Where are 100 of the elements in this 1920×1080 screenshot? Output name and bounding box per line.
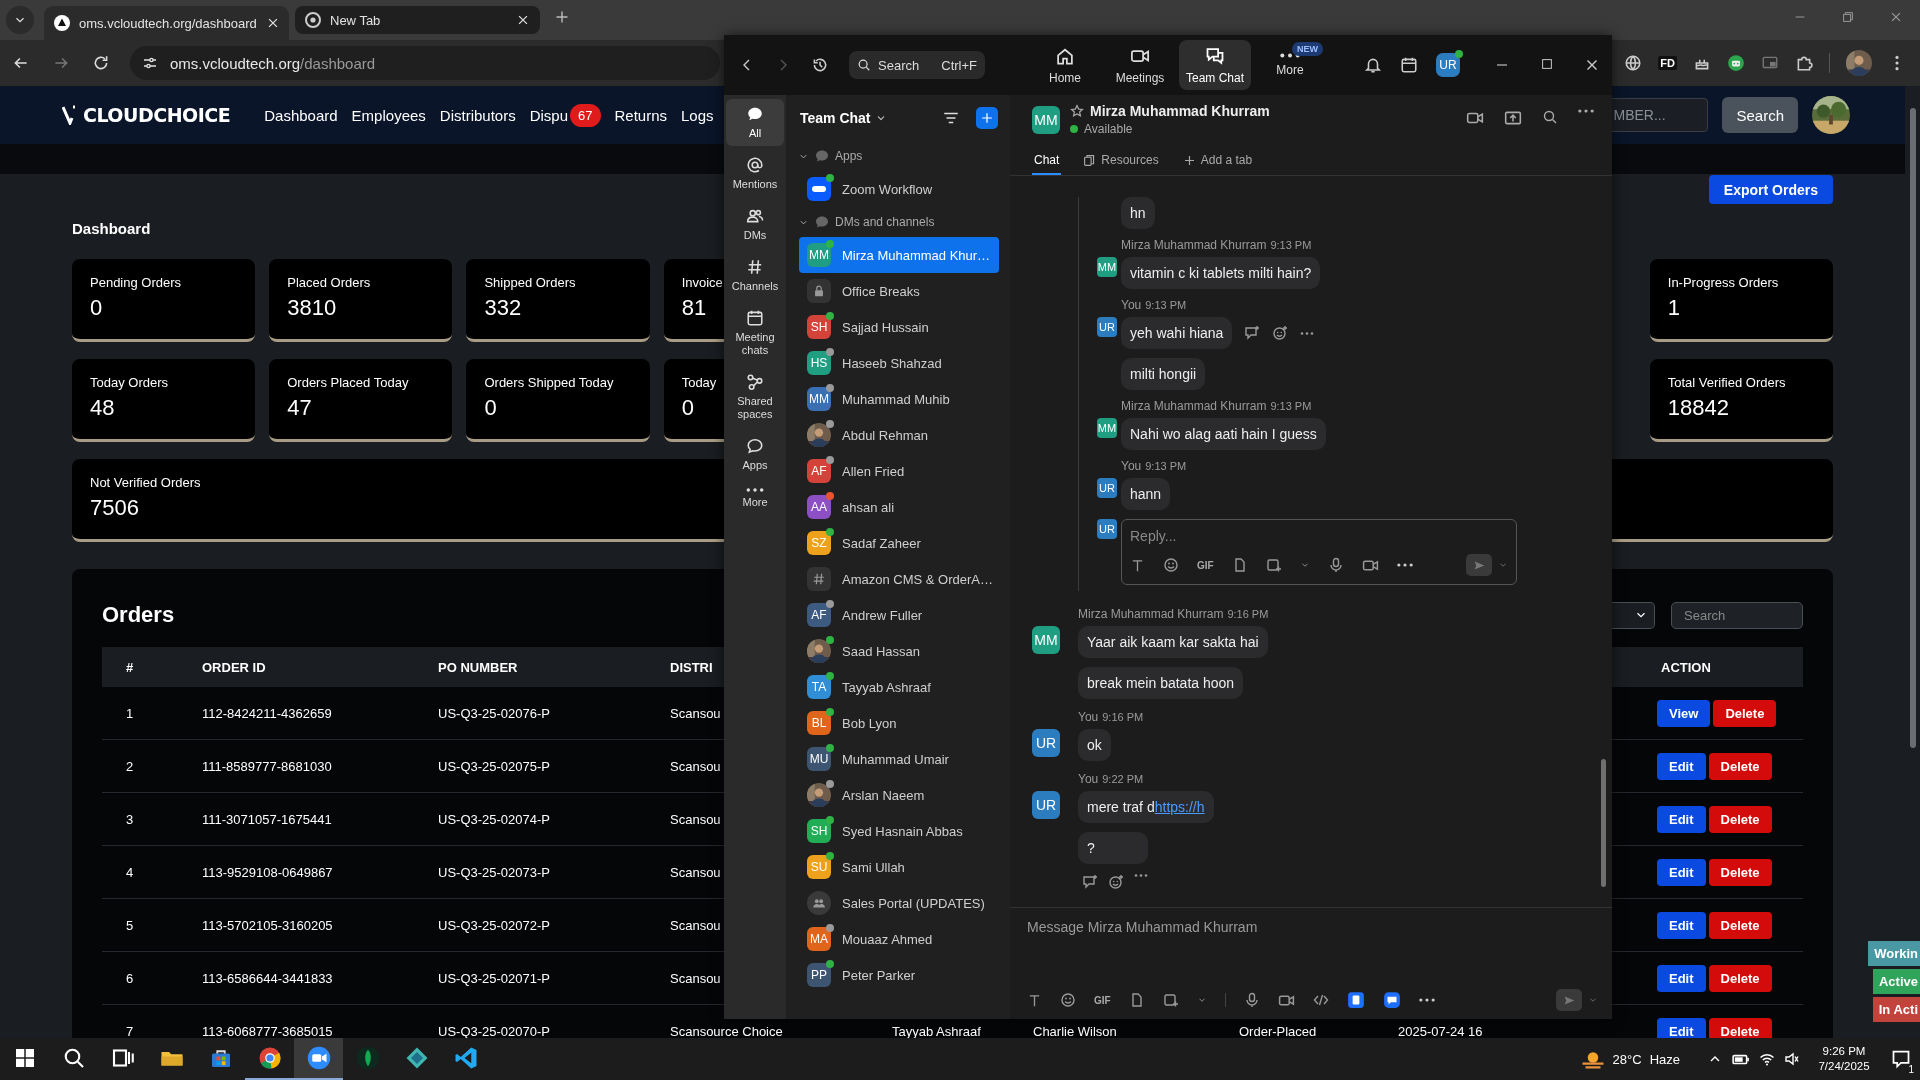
browser-tab[interactable]: oms.vcloudtech.org/dashboard bbox=[44, 6, 289, 40]
sidebar-item[interactable]: Apps bbox=[726, 431, 784, 478]
chat-list-item[interactable]: Sales Portal (UPDATES) bbox=[799, 885, 999, 921]
sidebar-item[interactable]: Channels bbox=[726, 252, 784, 299]
temperature[interactable]: 28°C bbox=[1612, 1051, 1642, 1067]
sidebar-item[interactable]: Mentions bbox=[726, 150, 784, 197]
clock-time[interactable]: 9:26 PM bbox=[1822, 1044, 1866, 1059]
nav-link[interactable]: Employees bbox=[351, 106, 426, 124]
nav-link[interactable]: Dashboard bbox=[264, 106, 338, 124]
taskbar-app[interactable] bbox=[294, 1038, 343, 1080]
message-field[interactable]: Message Mirza Muhammad Khurram GIF bbox=[1010, 907, 1612, 1019]
more-icon[interactable] bbox=[1134, 874, 1148, 877]
puzzle-icon[interactable] bbox=[1795, 54, 1813, 72]
emoji-icon[interactable] bbox=[1060, 992, 1076, 1008]
brand-name[interactable]: CLOUDCHOICE bbox=[83, 104, 231, 126]
send-button[interactable] bbox=[1466, 554, 1492, 576]
app-icon[interactable] bbox=[1346, 991, 1365, 1009]
edit-button[interactable]: Edit bbox=[1657, 805, 1706, 833]
search-button[interactable]: Search bbox=[1722, 97, 1798, 133]
search-icon[interactable] bbox=[1542, 109, 1558, 125]
edit-button[interactable]: Edit bbox=[1657, 1017, 1706, 1038]
chat-list-item[interactable]: SZ Sadaf Zaheer bbox=[799, 525, 999, 561]
edit-button[interactable]: Edit bbox=[1657, 858, 1706, 886]
scrollbar-thumb[interactable] bbox=[1909, 108, 1916, 748]
nav-tab[interactable]: NEW More bbox=[1254, 40, 1326, 90]
gif-button[interactable]: GIF bbox=[1197, 559, 1214, 571]
chat-list-item[interactable]: AF Allen Fried bbox=[799, 453, 999, 489]
link[interactable]: https://h bbox=[1154, 799, 1205, 815]
chat-list-item[interactable]: MM Mirza Muhammad Khur… bbox=[799, 237, 999, 273]
chat-list-item[interactable]: SH Syed Hasnain Abbas bbox=[799, 813, 999, 849]
screenshot-icon[interactable] bbox=[1265, 557, 1282, 573]
calendar-icon[interactable] bbox=[1400, 56, 1418, 74]
address-bar[interactable]: oms.vcloudtech.org/dashboard bbox=[130, 46, 720, 80]
more-icon[interactable] bbox=[1300, 331, 1315, 335]
more-icon[interactable] bbox=[1578, 109, 1594, 113]
add-reaction-icon[interactable] bbox=[1108, 874, 1124, 890]
more-icon[interactable] bbox=[1418, 998, 1435, 1002]
sidebar-item[interactable]: Meeting chats bbox=[726, 303, 784, 363]
history-icon[interactable] bbox=[811, 56, 829, 74]
clock-date[interactable]: 7/24/2025 bbox=[1818, 1059, 1870, 1074]
chat-list-item[interactable]: SH Sajjad Hussain bbox=[799, 309, 999, 345]
screenshot-icon[interactable] bbox=[1162, 992, 1179, 1008]
nav-tab[interactable]: Meetings bbox=[1104, 40, 1176, 90]
search-field[interactable]: Search Ctrl+F bbox=[849, 51, 985, 79]
chat-tab[interactable]: Add a tab bbox=[1180, 153, 1255, 175]
site-info-icon[interactable] bbox=[142, 55, 158, 71]
gif-button[interactable]: GIF bbox=[1094, 994, 1111, 1006]
section-label[interactable]: Apps bbox=[835, 149, 863, 163]
wifi-icon[interactable] bbox=[1759, 1051, 1775, 1067]
reply-in-thread-icon[interactable] bbox=[1082, 874, 1098, 890]
new-tab-icon[interactable] bbox=[554, 9, 570, 25]
reply-in-thread-icon[interactable] bbox=[1244, 325, 1261, 341]
chat-tab[interactable]: Chat bbox=[1032, 153, 1062, 175]
nav-tab[interactable]: Home bbox=[1029, 40, 1101, 90]
export-orders-button[interactable]: Export Orders bbox=[1708, 175, 1833, 204]
edit-button[interactable]: Edit bbox=[1657, 964, 1706, 992]
globe-icon[interactable] bbox=[1624, 54, 1643, 72]
chat-app-icon[interactable] bbox=[1382, 991, 1401, 1009]
maximize-icon[interactable] bbox=[1540, 57, 1554, 71]
microphone-icon[interactable] bbox=[1327, 557, 1344, 573]
chat-list-item[interactable]: SU Sami Ullah bbox=[799, 849, 999, 885]
robot-icon[interactable] bbox=[1727, 54, 1745, 72]
chat-list-item[interactable]: BL Bob Lyon bbox=[799, 705, 999, 741]
chat-list-item[interactable]: Amazon CMS & OrderA… bbox=[799, 561, 999, 597]
chat-list-item[interactable]: MA Mouaaz Ahmed bbox=[799, 921, 999, 957]
delete-button[interactable]: Delete bbox=[1708, 805, 1772, 833]
chat-list-item[interactable]: Zoom Workflow bbox=[799, 171, 999, 207]
scrollbar-thumb[interactable] bbox=[1601, 759, 1606, 887]
browser-tab[interactable]: New Tab bbox=[295, 6, 540, 34]
extension-icon[interactable]: FD bbox=[1658, 56, 1677, 70]
delete-button[interactable]: Delete bbox=[1708, 964, 1772, 992]
edit-button[interactable]: Edit bbox=[1657, 911, 1706, 939]
chat-list-item[interactable]: AF Andrew Fuller bbox=[799, 597, 999, 633]
sidebar-item[interactable]: More bbox=[726, 482, 784, 515]
nav-link[interactable]: Distributors bbox=[439, 106, 516, 124]
chat-tab[interactable]: Resources bbox=[1081, 153, 1161, 175]
delete-button[interactable]: Delete bbox=[1708, 752, 1772, 780]
chat-list-item[interactable]: Arslan Naeem bbox=[799, 777, 999, 813]
delete-button[interactable]: Delete bbox=[1708, 1017, 1772, 1038]
volume-icon[interactable] bbox=[1784, 1051, 1800, 1067]
delete-button[interactable]: Delete bbox=[1708, 858, 1772, 886]
chat-list-item[interactable]: Saad Hassan bbox=[799, 633, 999, 669]
sidebar-item[interactable]: DMs bbox=[726, 201, 784, 248]
sidebar-item[interactable]: All bbox=[726, 99, 784, 146]
weather-condition[interactable]: Haze bbox=[1649, 1051, 1680, 1067]
text-format-icon[interactable] bbox=[1027, 992, 1042, 1008]
sidebar-item[interactable]: Shared spaces bbox=[726, 367, 784, 427]
chat-list-item[interactable]: TA Tayyab Ashraaf bbox=[799, 669, 999, 705]
search-field[interactable]: Search bbox=[1671, 601, 1803, 629]
list-title[interactable]: Team Chat bbox=[800, 110, 871, 126]
code-icon[interactable] bbox=[1312, 992, 1329, 1008]
share-screen-icon[interactable] bbox=[1504, 109, 1522, 127]
chat-list-item[interactable]: Office Breaks bbox=[799, 273, 999, 309]
chat-list-item[interactable]: PP Peter Parker bbox=[799, 957, 999, 993]
nav-link[interactable]: Dispu bbox=[529, 106, 569, 124]
chat-list-item[interactable]: MM Muhammad Muhib bbox=[799, 381, 999, 417]
star-icon[interactable] bbox=[1070, 104, 1084, 118]
nav-link[interactable]: Logs bbox=[681, 106, 714, 124]
reload-icon[interactable] bbox=[92, 54, 110, 72]
notifications-icon[interactable] bbox=[1891, 1049, 1911, 1069]
